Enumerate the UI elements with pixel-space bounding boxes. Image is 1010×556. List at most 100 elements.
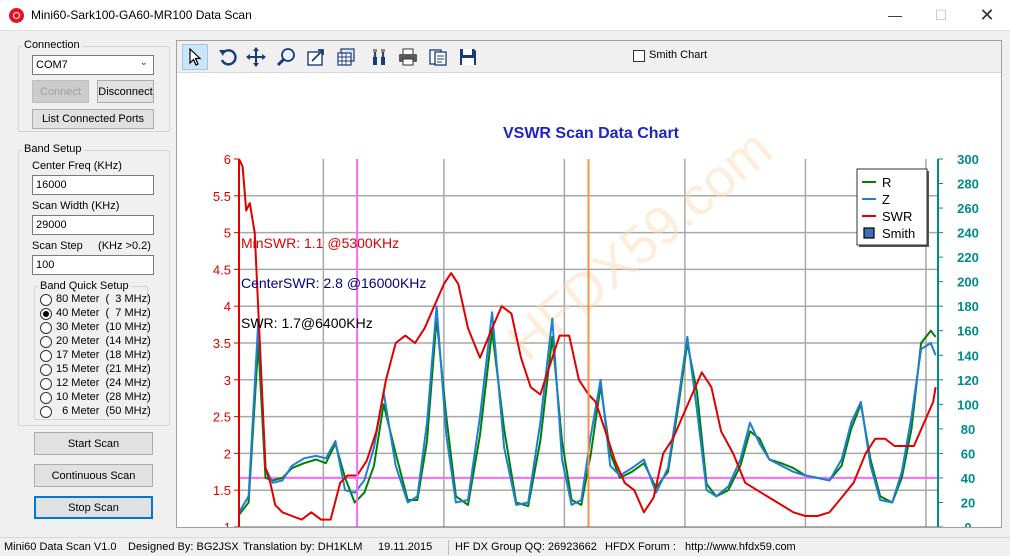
- chart-title: VSWR Scan Data Chart: [503, 125, 680, 142]
- band-option-label: 15 Meter (21 MHz): [56, 363, 151, 375]
- band-quick-setup-label: Band Quick Setup: [38, 280, 131, 292]
- y-right-tick-label: 260: [957, 201, 979, 216]
- legend-label: R: [882, 175, 891, 190]
- save-tool-button[interactable]: [455, 44, 481, 70]
- copy-icon: [429, 49, 447, 66]
- y-right-tick-label: 140: [957, 348, 979, 363]
- center-freq-input[interactable]: [32, 175, 154, 195]
- y-right-tick-label: 0: [964, 520, 971, 527]
- y-right-tick-label: 20: [961, 495, 975, 510]
- start-scan-button[interactable]: Start Scan: [34, 432, 153, 455]
- chart-watermark: HFDX59.com: [496, 118, 783, 372]
- y-right-tick-label: 280: [957, 177, 979, 192]
- y-left-tick-label: 5.5: [213, 189, 231, 204]
- band-radio[interactable]: [40, 308, 52, 320]
- connect-button[interactable]: Connect: [32, 80, 89, 103]
- band-radio[interactable]: [40, 406, 52, 418]
- data-grid-tool-button[interactable]: [333, 44, 359, 70]
- y-right-tick-label: 240: [957, 226, 979, 241]
- status-translation: Translation by: DH1KLM: [243, 541, 363, 553]
- y-right-tick-label: 200: [957, 275, 979, 290]
- y-left-tick-label: 2.5: [213, 410, 231, 425]
- title-bar: Mini60-Sark100-GA60-MR100 Data Scan — ☐ …: [0, 0, 1010, 31]
- y-right-tick-label: 300: [957, 152, 979, 167]
- close-button[interactable]: ✕: [964, 0, 1010, 31]
- maximize-button[interactable]: ☐: [918, 0, 964, 31]
- band-option-label: 30 Meter (10 MHz): [56, 321, 151, 333]
- list-ports-button[interactable]: List Connected Ports: [32, 109, 154, 129]
- export-tool-button[interactable]: [303, 44, 329, 70]
- port-select[interactable]: COM7 ⌄: [32, 55, 154, 75]
- tools-icon: [373, 49, 385, 65]
- save-icon: [460, 49, 476, 65]
- tools-tool-button[interactable]: [367, 44, 393, 70]
- chart-legend: RZ SWR Smith: [856, 168, 929, 247]
- band-radio[interactable]: [40, 350, 52, 362]
- y-right-tick-label: 180: [957, 299, 979, 314]
- port-select-value: COM7: [36, 59, 68, 71]
- center-freq-label: Center Freq (KHz): [32, 160, 122, 172]
- legend-label: Z: [882, 192, 890, 207]
- y-left-tick-label: 3: [224, 373, 231, 388]
- series-line-z: [238, 305, 937, 513]
- smith-chart-label: Smith Chart: [649, 49, 708, 61]
- minimize-button[interactable]: —: [872, 0, 918, 31]
- y-right-tick-label: 40: [961, 471, 975, 486]
- undo-icon: [219, 49, 237, 66]
- legend-label: Smith: [882, 226, 915, 241]
- chart-annotation: SWR: 1.7@6400KHz: [241, 315, 373, 331]
- band-radio[interactable]: [40, 336, 52, 348]
- band-option-label: 80 Meter ( 3 MHz): [56, 293, 151, 305]
- y-left-tick-label: 4: [224, 299, 231, 314]
- band-radio[interactable]: [40, 378, 52, 390]
- band-option-label: 17 Meter (18 MHz): [56, 349, 151, 361]
- scan-step-input[interactable]: [32, 255, 154, 275]
- continuous-scan-button[interactable]: Continuous Scan: [34, 464, 153, 487]
- pan-tool-button[interactable]: [243, 44, 269, 70]
- band-option-label: 12 Meter (24 MHz): [56, 377, 151, 389]
- scan-step-label: Scan Step (KHz >0.2): [32, 240, 151, 252]
- band-option-label: 20 Meter (14 MHz): [56, 335, 151, 347]
- y-right-tick-label: 100: [957, 397, 979, 412]
- band-option-label: 40 Meter ( 7 MHz): [56, 307, 151, 319]
- connection-group-label: Connection: [22, 39, 82, 51]
- band-radio[interactable]: [40, 294, 52, 306]
- zoom-icon: [276, 48, 295, 67]
- band-radio[interactable]: [40, 322, 52, 334]
- y-left-tick-label: 1: [224, 520, 231, 527]
- status-date: 19.11.2015: [378, 541, 433, 553]
- disconnect-button[interactable]: Disconnect: [97, 80, 154, 103]
- status-group-qq: HF DX Group QQ: 26923662: [455, 541, 597, 553]
- vswr-chart[interactable]: HFDX59.com 5,00010,00015,00020,00025,000…: [177, 73, 1001, 527]
- pointer-tool-button[interactable]: [182, 44, 208, 70]
- chart-annotation: MinSWR: 1.1 @5300KHz: [241, 235, 399, 251]
- y-left-tick-label: 2: [224, 446, 231, 461]
- band-option-label: 6 Meter (50 MHz): [56, 405, 151, 417]
- legend-swatch: [863, 227, 875, 239]
- chart-series: [238, 158, 937, 521]
- smith-chart-checkbox[interactable]: [633, 50, 645, 62]
- y-right-tick-label: 220: [957, 250, 979, 265]
- status-bar: Mini60 Data Scan V1.0 Designed By: BG2JS…: [0, 537, 1010, 556]
- band-option-label: 10 Meter (28 MHz): [56, 391, 151, 403]
- band-radio[interactable]: [40, 364, 52, 376]
- y-left-tick-label: 4.5: [213, 262, 231, 277]
- chevron-down-icon: ⌄: [139, 57, 148, 68]
- y-left-tick-label: 3.5: [213, 336, 231, 351]
- app-icon: [9, 8, 24, 23]
- zoom-tool-button[interactable]: [273, 44, 299, 70]
- print-icon: [399, 48, 417, 66]
- copy-tool-button[interactable]: [425, 44, 451, 70]
- data-grid-icon: [337, 48, 355, 66]
- stop-scan-button[interactable]: Stop Scan: [34, 496, 153, 519]
- print-tool-button[interactable]: [395, 44, 421, 70]
- band-radio[interactable]: [40, 392, 52, 404]
- export-icon: [307, 49, 324, 66]
- scan-width-label: Scan Width (KHz): [32, 200, 120, 212]
- scan-width-input[interactable]: [32, 215, 154, 235]
- chart-panel: Smith Chart HFDX59.com 5,00010,00015,000…: [176, 40, 1002, 528]
- status-app-version: Mini60 Data Scan V1.0: [4, 541, 117, 553]
- band-setup-group-label: Band Setup: [22, 143, 84, 155]
- status-designed-by: Designed By: BG2JSX: [128, 541, 239, 553]
- undo-tool-button[interactable]: [215, 44, 241, 70]
